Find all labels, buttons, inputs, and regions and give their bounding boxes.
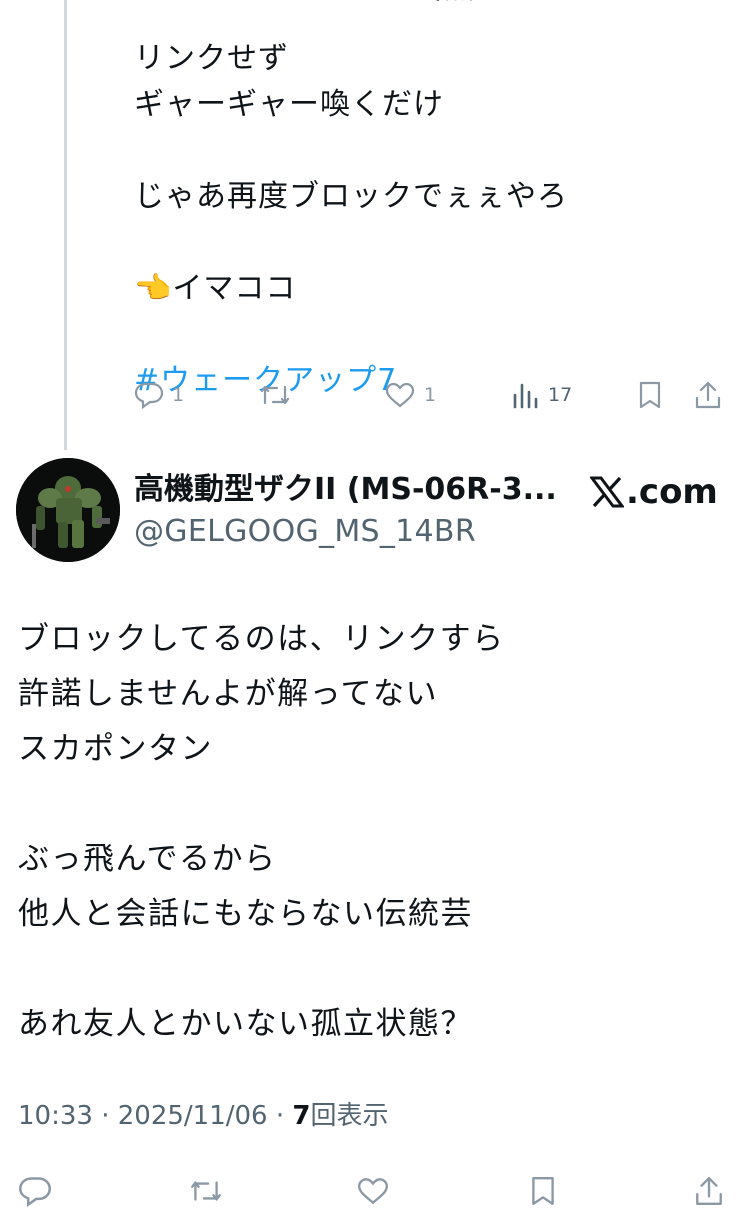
tweet-line [18,942,728,997]
tweet-line: ブロックしてるのは、リンクすら [18,621,505,657]
previous-tweet-line: ギャーギャー喚くだけ [134,87,444,122]
meta-separator: · [275,1101,285,1131]
bookmark-icon [639,381,661,409]
tweet-line: スカポンタン [18,731,213,767]
views-icon [513,383,538,409]
retweet-button[interactable] [258,372,300,418]
tweet-line: 他人と会話にもならない伝統芸 [18,896,473,932]
user-handle[interactable]: @GELGOOG_MS_14BR [134,512,476,552]
tweet-line: ぶっ飛んでるから [18,841,277,877]
reply-button[interactable]: 1 [134,372,184,418]
zaku-mech-avatar-icon [16,458,120,562]
like-icon [358,1178,388,1205]
tweet-time[interactable]: 10:33 [18,1101,93,1131]
like-button[interactable] [356,1168,390,1214]
tweet-line [18,777,728,832]
share-icon [696,1177,722,1205]
like-icon [385,382,415,408]
tweet-line: あれ友人とかいない孤立状態？ [18,1006,473,1042]
tweet-date[interactable]: 2025/11/06 [118,1101,268,1131]
reply-count: 1 [172,384,185,406]
reply-icon [134,382,164,409]
share-button[interactable] [694,1168,724,1214]
previous-tweet-line [134,220,724,266]
reply-button[interactable] [18,1168,52,1214]
previous-tweet-line [134,128,724,174]
x-logo-icon [590,476,624,508]
x-logo-text: .com [626,472,718,512]
avatar[interactable] [16,458,120,562]
previous-tweet-line: 👈イマココ [134,271,297,306]
previous-tweet-line: じゃあ再度ブロックでぇぇやろ [134,179,568,214]
tweet-views-label: 回表示 [310,1101,389,1131]
retweet-icon [260,385,290,405]
retweet-icon [191,1181,221,1201]
like-button[interactable]: 1 [384,372,436,418]
meta-separator: · [101,1101,110,1131]
tweet-views-count: 7 [292,1101,311,1131]
reply-icon [19,1177,51,1207]
previous-tweet-actions: 1 1 17 [0,372,740,418]
bookmark-button[interactable] [530,1168,556,1214]
views-count: 17 [548,384,573,406]
like-count: 1 [424,384,437,406]
display-name[interactable]: 高機動型ザクII (MS-06R-3... [134,470,584,510]
views-button[interactable]: 17 [512,372,572,418]
tweet-text: ブロックしてるのは、リンクすら 許諾しませんよが解ってない スカポンタン ぶっ飛… [18,612,728,1052]
retweet-button[interactable] [188,1168,224,1214]
previous-tweet-text: リンクさせないから当然 リンクせず ギャーギャー喚くだけ じゃあ再度ブロックでぇ… [134,0,724,404]
bookmark-icon [532,1177,554,1205]
main-tweet-actions [0,1162,740,1207]
share-icon [695,381,721,409]
previous-tweet-line [134,312,724,358]
tweet-line: 許諾しませんよが解ってない [18,676,439,712]
bookmark-button[interactable] [638,372,662,418]
tweet-meta: 10:33 · 2025/11/06 · 7回表示 [18,1096,389,1136]
previous-tweet-cut-line: リンクさせないから当然 [134,0,475,12]
x-com-logo: .com [590,470,718,514]
share-button[interactable] [694,372,722,418]
